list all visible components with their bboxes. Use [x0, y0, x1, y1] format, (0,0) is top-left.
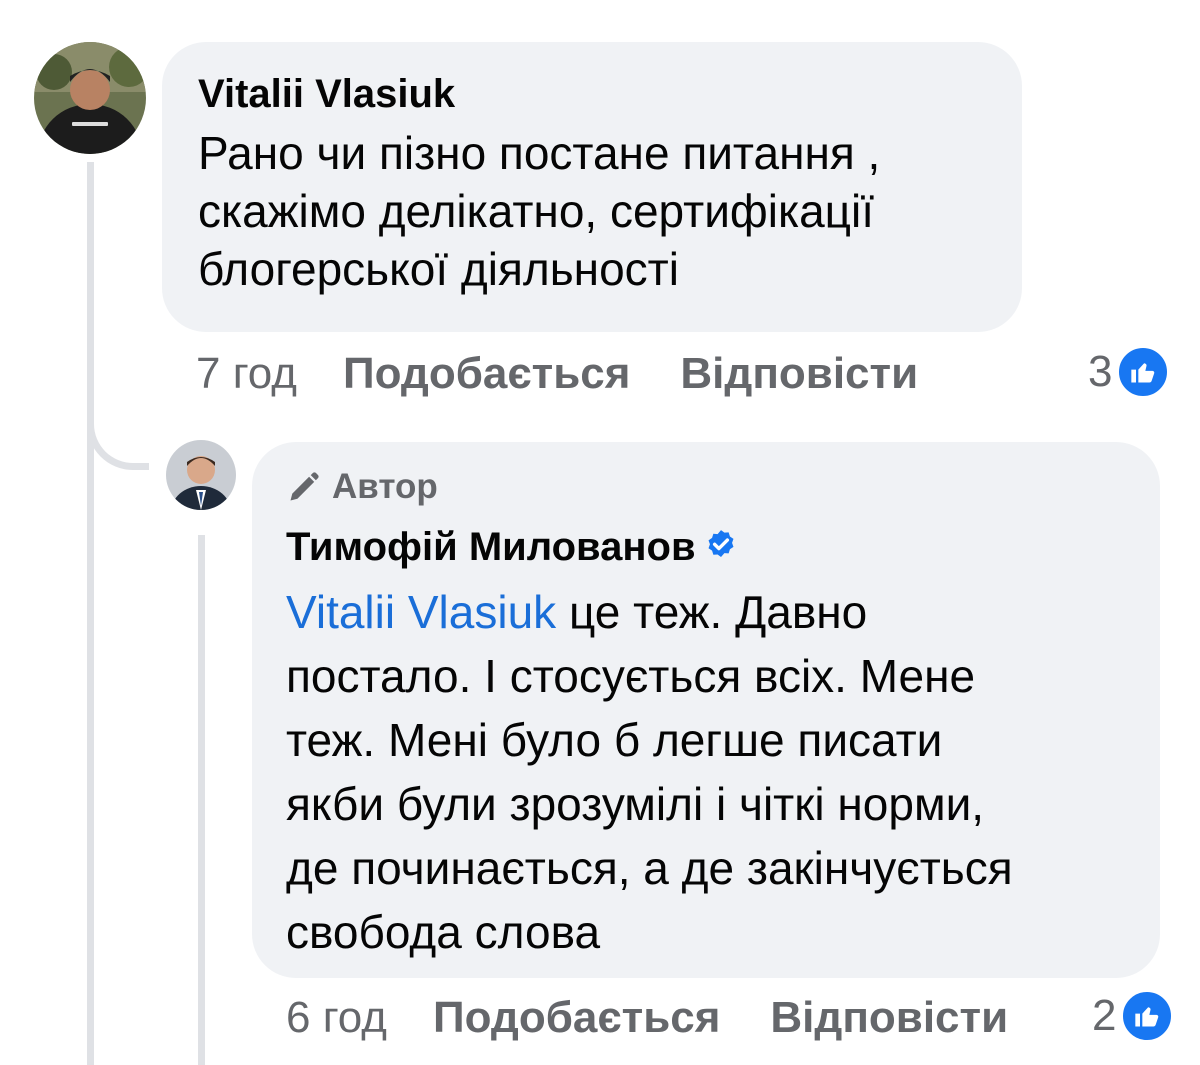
thread-connector-curve: [87, 380, 149, 470]
comment-text: Рано чи пізно постане питання , скажімо …: [198, 127, 881, 295]
thread-line-main: [87, 162, 94, 1065]
comment-timestamp[interactable]: 7 год: [196, 349, 297, 399]
comment-reply-button[interactable]: Відповісти: [680, 349, 918, 399]
comment-like-button[interactable]: Подобається: [343, 349, 630, 399]
pencil-icon: [290, 472, 319, 501]
reply-author-row: Тимофій Милованов: [286, 522, 1126, 574]
thread-line-reply: [198, 535, 205, 1065]
comment-reactions[interactable]: 3: [1088, 342, 1171, 402]
reply-reply-button[interactable]: Відповісти: [770, 993, 1008, 1043]
like-icon: [1116, 345, 1171, 399]
reply-author-avatar[interactable]: [166, 440, 236, 510]
reply-like-button[interactable]: Подобається: [433, 993, 720, 1043]
reply-author-name[interactable]: Тимофій Милованов: [286, 525, 696, 569]
reply-bubble: Автор Тимофій Милованов Vitalii Vlasiuk …: [252, 442, 1160, 978]
reply-actions: 6 год Подобається Відповісти: [286, 990, 1008, 1046]
commenter-avatar[interactable]: [34, 42, 146, 154]
user-avatar-icon: [34, 42, 146, 154]
reply-mention-link[interactable]: Vitalii Vlasiuk: [286, 586, 556, 638]
author-badge-label: Автор: [332, 467, 438, 506]
reply-timestamp[interactable]: 6 год: [286, 993, 387, 1043]
reply-reaction-count: 2: [1092, 991, 1117, 1040]
reply-text-block: Vitalii Vlasiuk це теж. Давно постало. І…: [286, 580, 1126, 964]
verified-badge-icon: [704, 524, 738, 574]
like-icon: [1120, 989, 1175, 1043]
author-badge: Автор: [286, 466, 1126, 508]
user-avatar-icon: [166, 440, 236, 510]
reply-text: це теж. Давно постало. І стосується всіх…: [286, 586, 1013, 959]
comment-reaction-count: 3: [1088, 347, 1113, 396]
reply-reactions[interactable]: 2: [1092, 986, 1175, 1046]
comment-bubble: Vitalii Vlasiuk Рано чи пізно постане пи…: [162, 42, 1022, 332]
comment-actions: 7 год Подобається Відповісти: [196, 346, 918, 402]
comment-author-name[interactable]: Vitalii Vlasiuk: [198, 70, 986, 118]
